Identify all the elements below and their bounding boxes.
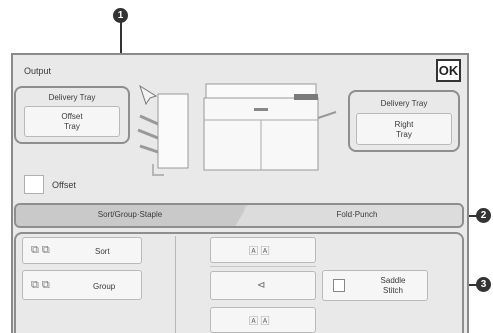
tray-selection-marker: [152, 164, 164, 176]
function-tabs: Sort/Group·Staple Fold·Punch: [14, 203, 464, 228]
group-icon: ⧉ ⧉: [31, 279, 50, 291]
machine-illustration: [137, 83, 337, 171]
saddle-stitch-icon: [333, 279, 345, 292]
sort-button[interactable]: ⧉ ⧉ Sort: [22, 237, 142, 264]
offset-label: Offset: [52, 180, 76, 190]
panel-divider: [175, 236, 176, 333]
saddle-stitch-label: Saddle Stitch: [380, 276, 406, 295]
group-button[interactable]: ⧉ ⧉ Group: [22, 270, 142, 300]
right-tray-heading: Delivery Tray: [380, 99, 428, 108]
staple-middle-button[interactable]: ⊲: [210, 271, 316, 300]
tab-fold-punch[interactable]: Fold·Punch: [248, 205, 462, 226]
offset-tray-button[interactable]: Offset Tray: [24, 106, 120, 137]
offset-checkbox[interactable]: [24, 175, 44, 194]
left-tray-heading: Delivery Tray: [48, 93, 96, 102]
staple-side-icon: ⊲: [257, 280, 266, 291]
callout-3: 3: [476, 277, 491, 292]
panel-row-line: [210, 266, 316, 267]
staple-top-button[interactable]: 🄰 🄰: [210, 237, 316, 263]
callout-2: 2: [476, 208, 491, 223]
staple-bottom-button[interactable]: 🄰 🄰: [210, 307, 316, 333]
group-label: Group: [93, 282, 116, 291]
ok-button[interactable]: OK: [436, 59, 461, 82]
staple-double-icon: 🄰 🄰: [249, 316, 270, 326]
page-title: Output: [24, 66, 52, 76]
sort-label: Sort: [95, 247, 110, 256]
staple-icon: 🄰 🄰: [249, 246, 270, 256]
saddle-stitch-button[interactable]: Saddle Stitch: [322, 270, 428, 301]
right-tray-button[interactable]: Right Tray: [356, 113, 452, 145]
callout-1: 1: [113, 8, 128, 23]
sort-icon: ⧉ ⧉: [31, 244, 50, 256]
tab-sort-group-staple[interactable]: Sort/Group·Staple: [16, 205, 244, 226]
